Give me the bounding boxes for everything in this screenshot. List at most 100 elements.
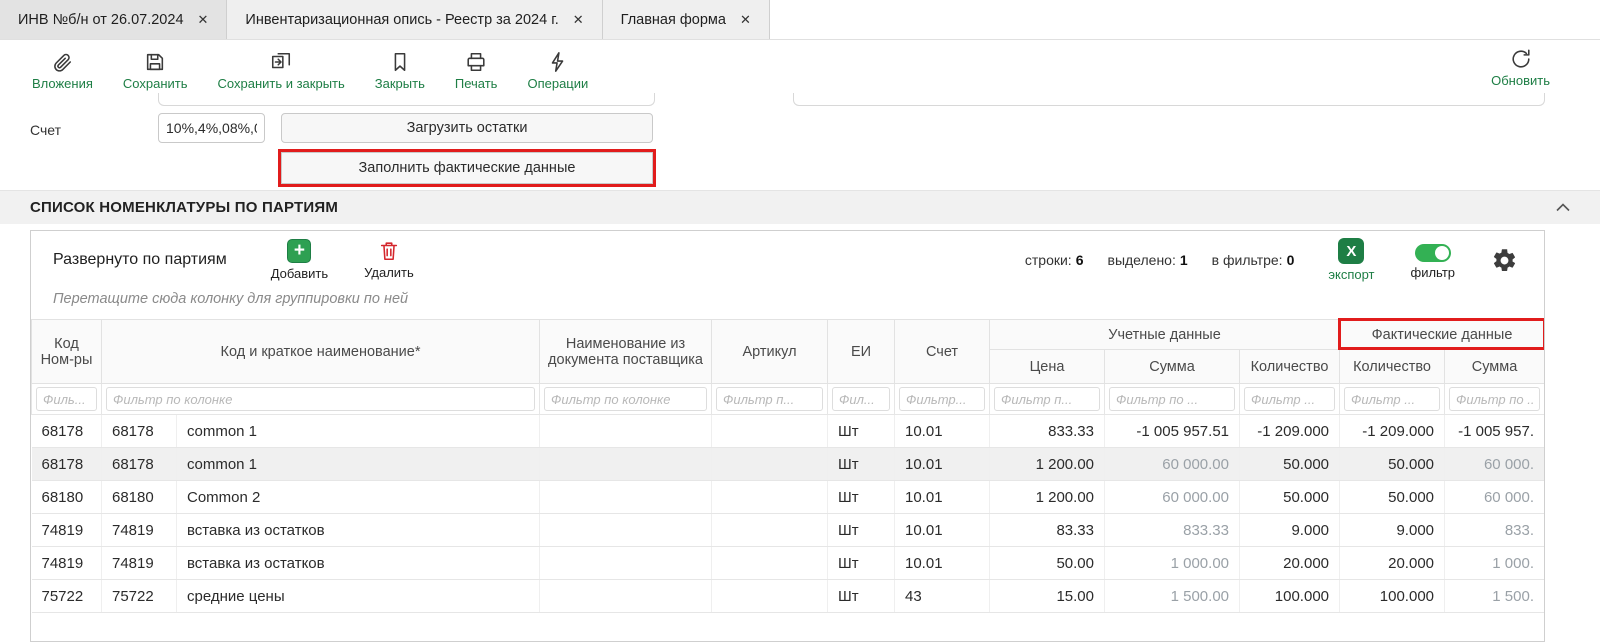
col-header-unit[interactable]: ЕИ (828, 320, 895, 384)
col-header-qty[interactable]: Количество (1240, 350, 1340, 384)
close-button[interactable]: Закрыть (375, 51, 425, 91)
col-header-fact-qty[interactable]: Количество (1340, 350, 1445, 384)
cell-fact-amount[interactable]: 833. (1445, 514, 1545, 547)
filter-input-supplier[interactable] (544, 387, 707, 411)
cell-fact-qty[interactable]: 50.000 (1340, 481, 1445, 514)
cell-price[interactable]: 1 200.00 (990, 448, 1105, 481)
cell-amount[interactable]: 60 000.00 (1105, 448, 1240, 481)
cell-code[interactable]: 68178 (32, 448, 102, 481)
filter-input-unit[interactable] (832, 387, 890, 411)
close-icon[interactable]: ✕ (740, 12, 751, 28)
print-button[interactable]: Печать (455, 51, 498, 91)
cell-account[interactable]: 10.01 (895, 481, 990, 514)
cell-unit[interactable]: Шт (828, 580, 895, 613)
cell-price[interactable]: 833.33 (990, 415, 1105, 448)
export-excel-button[interactable]: X экспорт (1328, 238, 1374, 282)
cell-code[interactable]: 68180 (32, 481, 102, 514)
cell-qty[interactable]: 100.000 (1240, 580, 1340, 613)
cell-fact-qty[interactable]: 20.000 (1340, 547, 1445, 580)
col-header-article[interactable]: Артикул (712, 320, 828, 384)
cell-amount[interactable]: 833.33 (1105, 514, 1240, 547)
cell-code2[interactable]: 68178 (102, 415, 177, 448)
cell-article[interactable] (712, 415, 828, 448)
cell-qty[interactable]: 9.000 (1240, 514, 1340, 547)
col-header-amount[interactable]: Сумма (1105, 350, 1240, 384)
col-header-account[interactable]: Счет (895, 320, 990, 384)
operations-button[interactable]: Операции (527, 51, 588, 91)
save-and-close-button[interactable]: Сохранить и закрыть (218, 51, 345, 91)
table-row[interactable]: 75722 75722 средние цены Шт 43 15.00 1 5… (32, 580, 1545, 613)
cell-amount[interactable]: 1 000.00 (1105, 547, 1240, 580)
cell-price[interactable]: 83.33 (990, 514, 1105, 547)
cell-code[interactable]: 74819 (32, 514, 102, 547)
filter-input-fact-amount[interactable] (1449, 387, 1540, 411)
cell-article[interactable] (712, 580, 828, 613)
filter-input-amount[interactable] (1109, 387, 1235, 411)
filter-input-fact-qty[interactable] (1344, 387, 1440, 411)
filter-input-qty[interactable] (1244, 387, 1335, 411)
cell-fact-amount[interactable]: 1 500. (1445, 580, 1545, 613)
table-row[interactable]: 74819 74819 вставка из остатков Шт 10.01… (32, 514, 1545, 547)
table-row[interactable]: 68178 68178 common 1 Шт 10.01 833.33 -1 … (32, 415, 1545, 448)
cell-account[interactable]: 10.01 (895, 547, 990, 580)
cell-amount[interactable]: -1 005 957.51 (1105, 415, 1240, 448)
filter-input-account[interactable] (899, 387, 985, 411)
col-header-supplier-name[interactable]: Наименование из документа поставщика (540, 320, 712, 384)
col-header-fact-amount[interactable]: Сумма (1445, 350, 1545, 384)
cell-fact-qty[interactable]: 50.000 (1340, 448, 1445, 481)
cell-supplier[interactable] (540, 514, 712, 547)
cell-article[interactable] (712, 547, 828, 580)
cell-unit[interactable]: Шт (828, 547, 895, 580)
cell-account[interactable]: 10.01 (895, 415, 990, 448)
attachments-button[interactable]: Вложения (32, 51, 93, 91)
filter-input-code-name[interactable] (106, 387, 535, 411)
cell-code[interactable]: 75722 (32, 580, 102, 613)
cell-name[interactable]: common 1 (177, 448, 540, 481)
save-button[interactable]: Сохранить (123, 51, 188, 91)
cell-qty[interactable]: 20.000 (1240, 547, 1340, 580)
cell-price[interactable]: 50.00 (990, 547, 1105, 580)
cell-unit[interactable]: Шт (828, 448, 895, 481)
refresh-button[interactable]: Обновить (1491, 48, 1550, 88)
cell-account[interactable]: 10.01 (895, 514, 990, 547)
cell-name[interactable]: common 1 (177, 415, 540, 448)
cell-qty[interactable]: 50.000 (1240, 448, 1340, 481)
cell-qty[interactable]: -1 209.000 (1240, 415, 1340, 448)
cell-account[interactable]: 43 (895, 580, 990, 613)
cell-name[interactable]: средние цены (177, 580, 540, 613)
tab-register[interactable]: Инвентаризационная опись - Реестр за 202… (227, 0, 602, 39)
cell-account[interactable]: 10.01 (895, 448, 990, 481)
cell-article[interactable] (712, 514, 828, 547)
table-row[interactable]: 68178 68178 common 1 Шт 10.01 1 200.00 6… (32, 448, 1545, 481)
cell-fact-amount[interactable]: -1 005 957. (1445, 415, 1545, 448)
tab-inventory-doc[interactable]: ИНВ №б/н от 26.07.2024 ✕ (0, 0, 227, 39)
cell-amount[interactable]: 1 500.00 (1105, 580, 1240, 613)
cell-fact-amount[interactable]: 60 000. (1445, 481, 1545, 514)
cell-price[interactable]: 15.00 (990, 580, 1105, 613)
cell-article[interactable] (712, 481, 828, 514)
grid-settings-button[interactable] (1491, 247, 1518, 274)
close-icon[interactable]: ✕ (573, 12, 584, 28)
cell-name[interactable]: вставка из остатков (177, 547, 540, 580)
cell-unit[interactable]: Шт (828, 415, 895, 448)
tab-main-form[interactable]: Главная форма ✕ (603, 0, 770, 39)
cell-code2[interactable]: 75722 (102, 580, 177, 613)
cell-code2[interactable]: 68180 (102, 481, 177, 514)
account-input[interactable] (158, 113, 265, 143)
filter-input-price[interactable] (994, 387, 1100, 411)
delete-row-button[interactable]: Удалить (364, 240, 414, 280)
cell-name[interactable]: вставка из остатков (177, 514, 540, 547)
cell-unit[interactable]: Шт (828, 481, 895, 514)
cell-code2[interactable]: 74819 (102, 514, 177, 547)
close-icon[interactable]: ✕ (198, 12, 209, 28)
cell-code[interactable]: 74819 (32, 547, 102, 580)
cell-code2[interactable]: 74819 (102, 547, 177, 580)
load-balances-button[interactable]: Загрузить остатки (281, 113, 653, 143)
col-header-code[interactable]: Код Ном-ры (32, 320, 102, 384)
cell-price[interactable]: 1 200.00 (990, 481, 1105, 514)
cell-qty[interactable]: 50.000 (1240, 481, 1340, 514)
cell-supplier[interactable] (540, 580, 712, 613)
groupby-drop-zone[interactable]: Перетащите сюда колонку для группировки … (31, 289, 1544, 319)
col-header-code-name[interactable]: Код и краткое наименование* (102, 320, 540, 384)
filter-input-article[interactable] (716, 387, 823, 411)
